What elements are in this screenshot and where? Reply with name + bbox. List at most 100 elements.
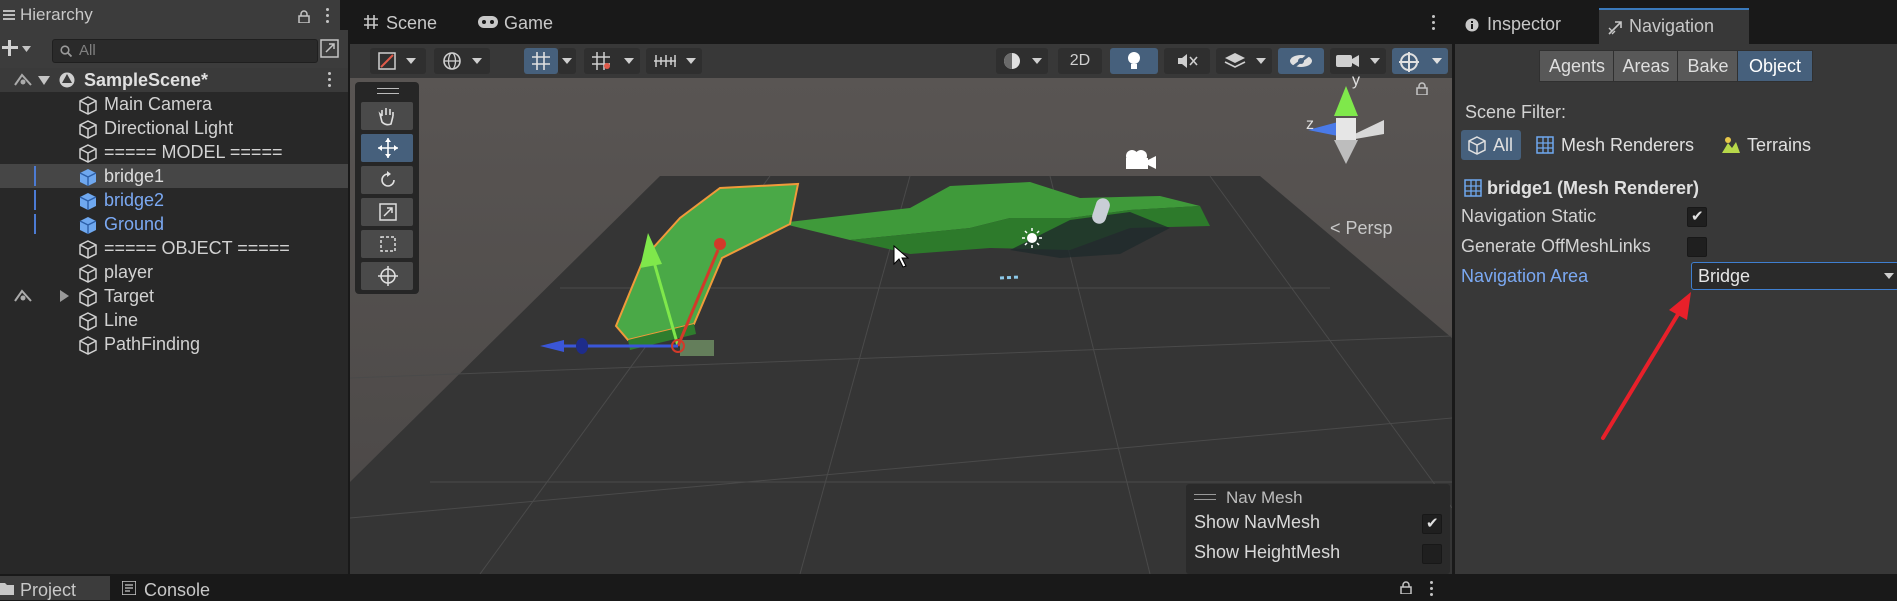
list-item[interactable]: Line [0,308,348,332]
tab-navigation-label: Navigation [1629,16,1715,36]
2d-toggle-button[interactable]: 2D [1058,48,1102,74]
chevron-down-icon[interactable] [22,46,31,52]
gameobject-icon [78,263,98,283]
lighting-toggle-button[interactable] [1110,48,1158,74]
increment-snap-button[interactable] [584,48,640,74]
rotate-icon [378,170,398,190]
tab-hierarchy-label: Hierarchy [20,5,93,24]
show-navmesh-checkbox[interactable] [1422,514,1442,534]
scene-name: SampleScene* [84,70,209,90]
object-title: bridge1 (Mesh Renderer) [1487,178,1700,198]
persp-toggle[interactable]: < Persp [1330,218,1393,239]
gameobject-icon [78,143,98,163]
list-item-label: Line [104,310,139,330]
more-options-icon[interactable] [326,8,330,26]
tab-console[interactable]: Console [120,576,240,600]
navigation-static-checkbox[interactable] [1687,207,1707,227]
tab-inspector[interactable]: Inspector [1465,8,1605,42]
move-tool-button[interactable] [361,134,413,162]
gamepad-icon [478,16,498,28]
filter-terrains-button[interactable]: Terrains [1721,130,1831,160]
ruler-button[interactable] [646,48,702,74]
list-item-selected[interactable]: bridge1 [0,164,348,188]
list-item[interactable]: Main Camera [0,92,348,116]
tab-areas[interactable]: Areas [1613,50,1679,82]
visibility-icon[interactable] [14,73,32,87]
tab-game[interactable]: Game [478,8,598,36]
lock-icon[interactable] [1400,581,1412,594]
snap-icon [592,52,612,70]
tab-navigation[interactable]: Navigation [1599,8,1749,44]
list-item-label: player [104,262,154,282]
tab-inspector-label: Inspector [1487,14,1562,34]
draw-mode-button[interactable] [370,48,426,74]
mute-icon [1178,53,1198,69]
tab-object[interactable]: Object [1737,50,1813,82]
layers-icon [1224,52,1246,70]
show-heightmesh-checkbox[interactable] [1422,544,1442,564]
tab-bake[interactable]: Bake [1677,50,1739,82]
list-item[interactable]: Directional Light [0,116,348,140]
mesh-renderer-icon [1463,178,1483,198]
expand-icon[interactable] [320,39,340,59]
scene-panel: Scene Game 2D y z < Persp Nav Mesh Show … [350,0,1452,574]
tab-agents[interactable]: Agents [1539,50,1615,82]
list-item[interactable]: Ground [0,212,348,236]
scene-more-icon[interactable] [328,72,332,90]
chevron-down-icon [562,58,572,64]
prefab-icon [78,191,98,211]
shading-button[interactable] [996,48,1048,74]
bottom-more-icon[interactable] [1430,581,1434,599]
scale-tool-button[interactable] [361,198,413,226]
gizmo-icon [1398,51,1420,73]
audio-toggle-button[interactable] [1164,48,1210,74]
list-item[interactable]: ===== MODEL ===== [0,140,348,164]
scene-tabbar: Scene Game [350,0,1452,44]
rect-icon [378,234,398,254]
hand-tool-button[interactable] [361,102,413,130]
list-item[interactable]: bridge2 [0,188,348,212]
camera-settings-button[interactable] [1330,48,1386,74]
visibility-icon[interactable] [14,289,32,303]
navmesh-overlay: Nav Mesh Show NavMesh Show HeightMesh [1186,484,1450,574]
navigation-area-dropdown[interactable]: Bridge [1691,262,1897,290]
tab-console-label: Console [144,580,211,600]
search-input[interactable]: All [52,39,318,63]
tab-scene-label: Scene [386,13,438,33]
grid-snap-dropdown[interactable] [558,48,576,74]
rotate-tool-button[interactable] [361,166,413,194]
effects-button[interactable] [1216,48,1272,74]
generate-offmeshlinks-checkbox[interactable] [1687,237,1707,257]
scene-visibility-button[interactable] [1278,48,1324,74]
list-item[interactable]: ===== OBJECT ===== [0,236,348,260]
orientation-gizmo[interactable]: y z [1306,72,1408,188]
lock-icon[interactable] [298,10,310,23]
list-item[interactable]: PathFinding [0,332,348,356]
render-mode-button[interactable] [434,48,490,74]
grid-snap-button[interactable] [524,48,558,74]
list-item[interactable]: player [0,260,348,284]
lock-icon[interactable] [1416,82,1428,95]
chevron-right-icon[interactable] [60,290,69,302]
list-item-label: Main Camera [104,94,213,114]
add-icon[interactable] [2,40,18,56]
chevron-down-icon [472,58,482,64]
filter-all-button[interactable]: All [1461,130,1521,160]
tab-hierarchy[interactable]: Hierarchy [0,0,340,30]
palette-handle[interactable] [377,88,399,94]
transform-tool-button[interactable] [361,262,413,290]
list-item-label: ===== OBJECT ===== [104,238,290,258]
navmesh-overlay-header[interactable]: Nav Mesh [1186,484,1450,510]
scene-more-icon[interactable] [1432,15,1436,33]
list-item-label: Ground [104,214,165,234]
gizmos-button[interactable] [1392,48,1448,74]
rect-tool-button[interactable] [361,230,413,258]
filter-mesh-renderers-button[interactable]: Mesh Renderers [1535,130,1703,160]
transform-icon [377,265,399,287]
list-item[interactable]: Target [0,284,348,308]
tab-scene[interactable]: Scene [350,8,470,36]
filter-terrains-label: Terrains [1747,135,1812,155]
scene-root-row[interactable]: SampleScene* [0,68,348,92]
chevron-down-icon[interactable] [38,76,50,85]
tab-project[interactable]: Project [0,576,110,600]
